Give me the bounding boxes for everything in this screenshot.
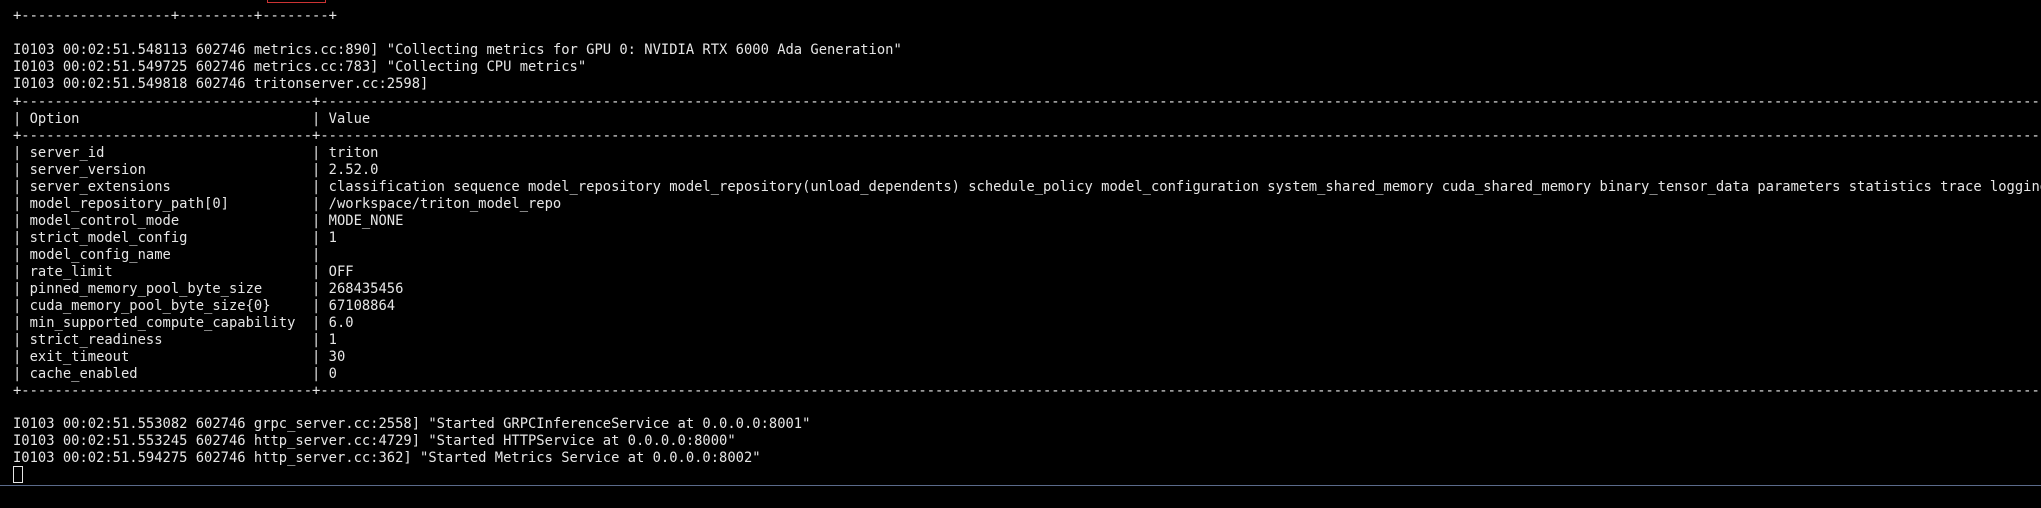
table-row: | rate_limit | OFF |	[13, 264, 2041, 280]
table-row: | server_version | 2.52.0 |	[13, 162, 2041, 178]
log-line: I0103 00:02:51.549725 602746 metrics.cc:…	[13, 59, 587, 75]
log-line: I0103 00:02:51.553245 602746 http_server…	[13, 433, 736, 449]
table-row: | model_control_mode | MODE_NONE |	[13, 213, 2041, 229]
log-line: I0103 00:02:51.548113 602746 metrics.cc:…	[13, 42, 902, 58]
log-line: I0103 00:02:51.553082 602746 grpc_server…	[13, 416, 811, 432]
terminal-window[interactable]: +------------------+---------+--------+ …	[0, 0, 2041, 508]
table-row: | strict_model_config | 1 |	[13, 230, 2041, 246]
table-border: +-----------------------------------+---…	[13, 94, 2041, 110]
previous-table-border: +------------------+---------+--------+	[13, 8, 337, 24]
table-row: | model_repository_path[0] | /workspace/…	[13, 196, 2041, 212]
table-row: | cache_enabled | 0 |	[13, 366, 2041, 382]
table-row: | min_supported_compute_capability | 6.0	[13, 315, 2041, 331]
terminal-cursor[interactable]	[13, 466, 23, 483]
scrolled-table-marker	[267, 0, 326, 3]
table-border: +-----------------------------------+---…	[13, 383, 2041, 399]
table-header: | Option | Value |	[13, 111, 2041, 127]
terminal-bottom-border	[0, 485, 2041, 486]
table-border: +-----------------------------------+---…	[13, 128, 2041, 144]
table-row: | server_id | triton |	[13, 145, 2041, 161]
table-row: | model_config_name | |	[13, 247, 2041, 263]
log-line: I0103 00:02:51.549818 602746 tritonserve…	[13, 76, 429, 92]
table-row: | server_extensions | classification seq…	[13, 179, 2041, 195]
table-row: | pinned_memory_pool_byte_size | 2684354…	[13, 281, 2041, 297]
table-row: | cuda_memory_pool_byte_size{0} | 671088…	[13, 298, 2041, 314]
log-line: I0103 00:02:51.594275 602746 http_server…	[13, 450, 761, 466]
table-row: | exit_timeout | 30 |	[13, 349, 2041, 365]
table-row: | strict_readiness | 1 |	[13, 332, 2041, 348]
